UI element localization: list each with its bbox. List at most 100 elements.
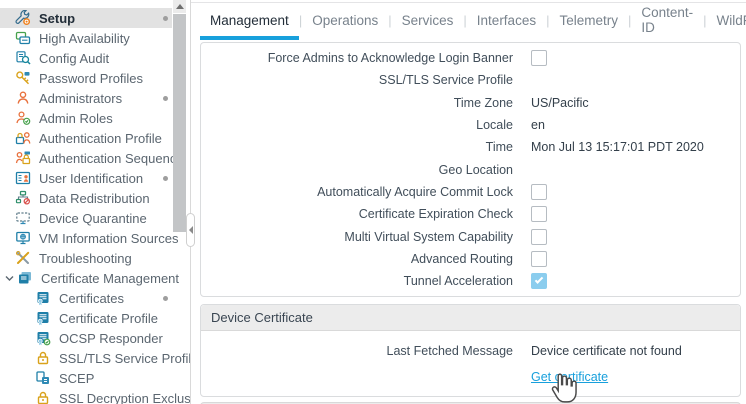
sidebar-item-vm-information-sources[interactable]: VM Information Sources xyxy=(0,228,190,248)
field-label-geo-location: Geo Location xyxy=(201,163,513,177)
device-certificate-card: Device Certificate Last Fetched Message … xyxy=(200,304,741,396)
app-window: Setup High Availability Config Audit Passwo… xyxy=(0,0,746,404)
sidebar-nav: Setup High Availability Config Audit Passwo… xyxy=(0,0,190,404)
checkbox-automatically-acquire-commit-lock[interactable] xyxy=(531,184,547,200)
field-label-time-zone: Time Zone xyxy=(201,96,513,110)
scroll-up-button[interactable] xyxy=(173,0,186,13)
sidebar-item-troubleshooting[interactable]: Troubleshooting xyxy=(0,248,190,268)
sidebar-item-certificate-profile[interactable]: Certificate Profile xyxy=(0,308,190,328)
form-row: Advanced Routing xyxy=(201,248,740,270)
checkbox-certificate-expiration-check[interactable] xyxy=(531,206,547,222)
troubleshooting-icon xyxy=(14,250,32,266)
high-availability-icon xyxy=(14,30,32,46)
sidebar-item-label: Certificates xyxy=(59,291,124,306)
link-row: Get certificate xyxy=(531,368,740,386)
sidebar-item-label: Authentication Profile xyxy=(39,131,162,146)
setup-icon xyxy=(14,10,32,26)
form-row: TimeMon Jul 13 15:17:01 PDT 2020 xyxy=(201,136,740,158)
tab-telemetry[interactable]: Telemetry xyxy=(549,0,628,40)
field-label-force-admins-to-acknowledge-login-banner: Force Admins to Acknowledge Login Banner xyxy=(201,51,513,65)
get-certificate-link[interactable]: Get certificate xyxy=(531,370,608,384)
field-label-advanced-routing: Advanced Routing xyxy=(201,252,513,266)
field-value-last-fetched-message: Device certificate not found xyxy=(531,344,682,358)
tab-operations[interactable]: Operations xyxy=(302,0,388,40)
sidebar-item-label: High Availability xyxy=(39,31,130,46)
sidebar-item-admin-roles[interactable]: Admin Roles xyxy=(0,108,190,128)
sidebar-item-label: Data Redistribution xyxy=(39,191,150,206)
sidebar-item-authentication-sequence[interactable]: Authentication Sequence xyxy=(0,148,190,168)
tab-wildfire[interactable]: WildFire xyxy=(707,0,746,40)
checkbox-advanced-routing[interactable] xyxy=(531,251,547,267)
sidebar-item-label: Certificate Profile xyxy=(59,311,158,326)
sidebar-item-setup[interactable]: Setup xyxy=(0,8,190,28)
status-dot xyxy=(163,176,168,181)
tab-management[interactable]: Management xyxy=(200,0,299,40)
device-certificate-body: Last Fetched Message Device certificate … xyxy=(201,331,740,395)
form-row: SSL/TLS Service Profile xyxy=(201,69,740,91)
management-settings-card: Force Admins to Acknowledge Login Banner… xyxy=(200,42,741,297)
data-redistribution-icon xyxy=(14,190,32,206)
sidebar-item-high-availability[interactable]: High Availability xyxy=(0,28,190,48)
sidebar-item-label: Setup xyxy=(39,11,75,26)
form-row: Automatically Acquire Commit Lock xyxy=(201,181,740,203)
form-row: Last Fetched Message Device certificate … xyxy=(201,340,740,362)
sidebar-item-administrators[interactable]: Administrators xyxy=(0,88,190,108)
config-audit-icon xyxy=(14,50,32,66)
administrators-icon xyxy=(14,90,32,106)
sidebar-item-label: SSL Decryption Exclusion xyxy=(59,391,191,404)
field-label-time: Time xyxy=(201,140,513,154)
sidebar-item-ssl-tls-service-profile[interactable]: SSL/TLS Service Profile xyxy=(0,348,190,368)
tab-interfaces[interactable]: Interfaces xyxy=(467,0,546,40)
chevron-down-icon[interactable] xyxy=(3,273,16,284)
field-value-locale: en xyxy=(531,118,545,132)
sidebar-item-config-audit[interactable]: Config Audit xyxy=(0,48,190,68)
sidebar-item-ssl-decryption-exclusion[interactable]: SSL Decryption Exclusion xyxy=(0,388,190,404)
field-value-time-zone: US/Pacific xyxy=(531,96,589,110)
field-label-multi-virtual-system-capability: Multi Virtual System Capability xyxy=(201,230,513,244)
admin-roles-icon xyxy=(14,110,32,126)
sidebar-item-password-profiles[interactable]: Password Profiles xyxy=(0,68,190,88)
sidebar-scrollbar[interactable] xyxy=(173,0,186,404)
sidebar-item-label: Troubleshooting xyxy=(39,251,132,266)
panel-collapse-handle[interactable] xyxy=(186,213,195,247)
checkbox-force-admins-to-acknowledge-login-banner[interactable] xyxy=(531,50,547,66)
checkbox-multi-virtual-system-capability[interactable] xyxy=(531,229,547,245)
sidebar-item-data-redistribution[interactable]: Data Redistribution xyxy=(0,188,190,208)
sidebar-item-certificates[interactable]: Certificates xyxy=(0,288,190,308)
vm-information-sources-icon xyxy=(14,230,32,246)
certificates-icon xyxy=(34,290,52,306)
sidebar-item-label: VM Information Sources xyxy=(39,231,178,246)
sidebar-item-scep[interactable]: SCEP xyxy=(0,368,190,388)
sidebar-item-label: Certificate Management xyxy=(41,271,179,286)
form-row: Geo Location xyxy=(201,158,740,180)
field-label-tunnel-acceleration: Tunnel Acceleration xyxy=(201,274,513,288)
form-row: Time Zone US/Pacific xyxy=(201,92,740,114)
sidebar-item-label: Admin Roles xyxy=(39,111,113,126)
authentication-sequence-icon xyxy=(14,150,32,166)
checkbox-tunnel-acceleration[interactable] xyxy=(531,273,547,289)
device-certificate-header: Device Certificate xyxy=(201,305,740,331)
tab-content-id[interactable]: Content-ID xyxy=(631,0,703,40)
tab-bar: Management|Operations|Services|Interface… xyxy=(200,0,746,40)
form-row: Multi Virtual System Capability xyxy=(201,225,740,247)
sidebar-item-label: Config Audit xyxy=(39,51,109,66)
sidebar-item-label: Administrators xyxy=(39,91,122,106)
sidebar-item-authentication-profile[interactable]: Authentication Profile xyxy=(0,128,190,148)
sidebar-item-label: SCEP xyxy=(59,371,94,386)
sidebar-item-certificate-management[interactable]: Certificate Management xyxy=(0,268,190,288)
checkmark-icon xyxy=(535,275,543,283)
scrollbar-thumb[interactable] xyxy=(173,14,186,232)
sidebar-item-device-quarantine[interactable]: Device Quarantine xyxy=(0,208,190,228)
collapse-arrow-icon xyxy=(189,226,193,234)
tab-services[interactable]: Services xyxy=(392,0,464,40)
scep-icon xyxy=(34,370,52,386)
sidebar-item-user-identification[interactable]: User Identification xyxy=(0,168,190,188)
sidebar-item-ocsp-responder[interactable]: OCSP Responder xyxy=(0,328,190,348)
certificate-management-icon xyxy=(16,270,34,286)
sidebar-item-label: SSL/TLS Service Profile xyxy=(59,351,191,366)
field-label-last-fetched-message: Last Fetched Message xyxy=(201,344,513,358)
status-dot xyxy=(163,16,168,21)
scroll-up-icon xyxy=(176,4,184,9)
field-label-certificate-expiration-check: Certificate Expiration Check xyxy=(201,207,513,221)
password-profiles-icon xyxy=(14,70,32,86)
